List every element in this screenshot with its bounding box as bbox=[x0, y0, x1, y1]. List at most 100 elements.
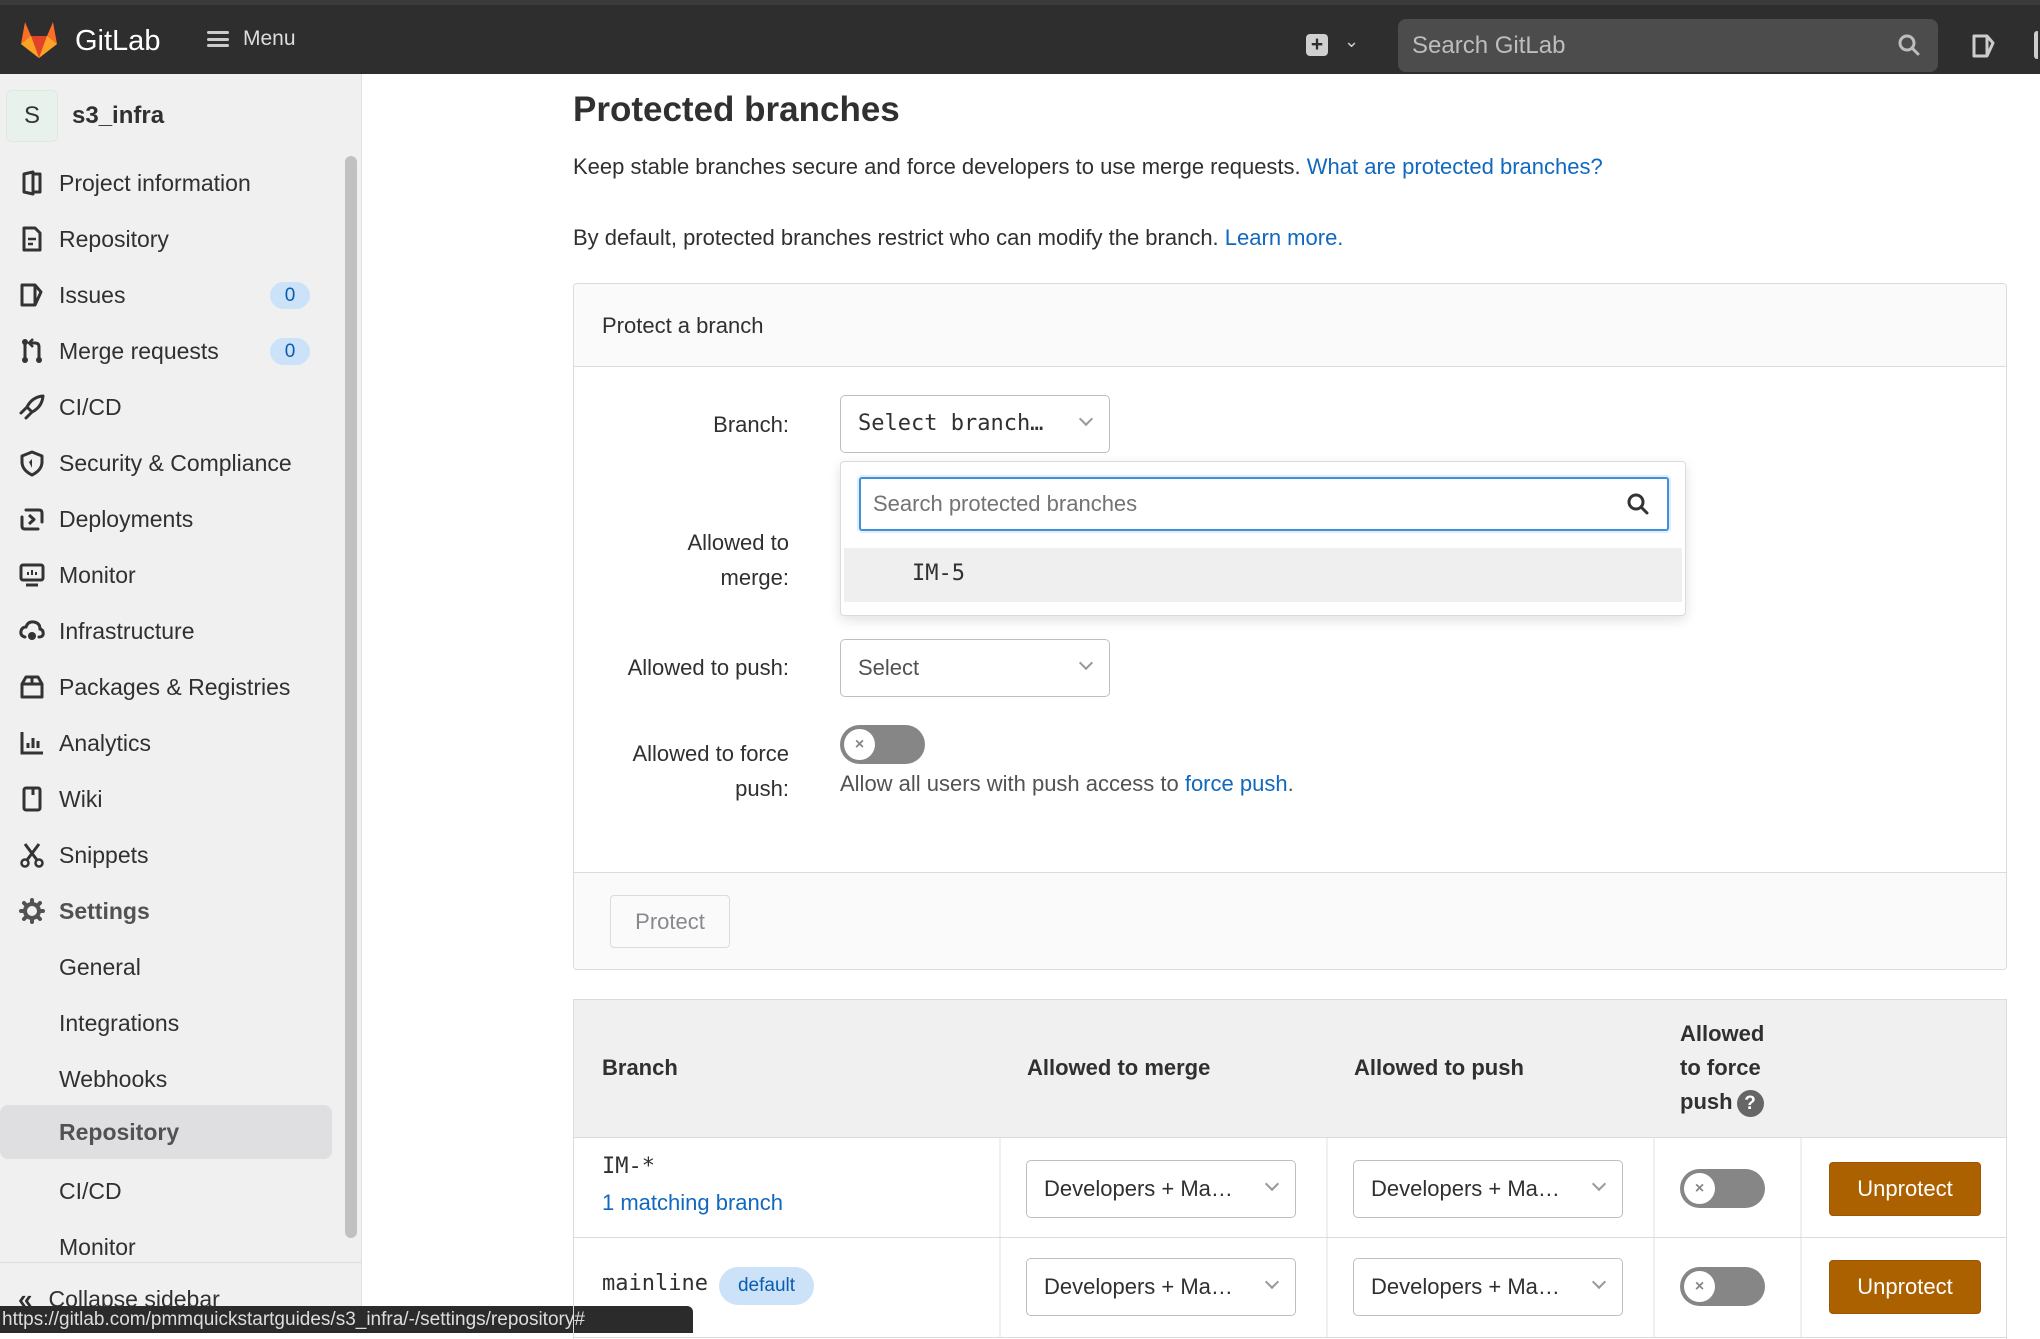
gitlab-logo-icon[interactable] bbox=[18, 19, 60, 59]
menu-button[interactable]: Menu bbox=[207, 27, 296, 51]
sidebar-subitem-repository[interactable]: Repository bbox=[0, 1105, 332, 1159]
branch-label: Branch: bbox=[713, 412, 789, 437]
project-header[interactable]: S s3_infra bbox=[6, 90, 164, 142]
cloud-gear-icon bbox=[19, 620, 45, 640]
sidebar-item-settings[interactable]: Settings bbox=[0, 886, 340, 936]
column-header-allowed-to-force-push: Allowed to force push? bbox=[1680, 1017, 1764, 1119]
sidebar-item-repository[interactable]: Repository bbox=[0, 214, 340, 264]
issues-icon bbox=[20, 283, 43, 307]
learn-more-link[interactable]: Learn more. bbox=[1225, 225, 1344, 250]
sidebar-item-issues[interactable]: Issues 0 bbox=[0, 270, 340, 320]
chevron-down-icon bbox=[1591, 1176, 1607, 1192]
allowed-to-push-select[interactable]: Developers + Ma… bbox=[1353, 1160, 1623, 1218]
merge-requests-count-badge: 0 bbox=[270, 337, 310, 365]
search-protected-branches-input[interactable] bbox=[859, 477, 1669, 531]
allowed-to-merge-select[interactable]: Developers + Ma… bbox=[1026, 1258, 1296, 1316]
toggle-off-x-icon: × bbox=[1684, 1173, 1715, 1204]
column-header-allowed-to-push: Allowed to push bbox=[1354, 1055, 1524, 1080]
sidebar-item-analytics[interactable]: Analytics bbox=[0, 718, 340, 768]
what-are-protected-branches-link[interactable]: What are protected branches? bbox=[1307, 154, 1603, 179]
allowed-to-push-select[interactable]: Developers + Ma… bbox=[1353, 1258, 1623, 1316]
panel-footer: Protect bbox=[574, 872, 2006, 969]
allowed-to-force-push-label: Allowed to force push: bbox=[632, 741, 789, 801]
search-icon bbox=[1627, 493, 1649, 515]
unprotect-button[interactable]: Unprotect bbox=[1829, 1260, 1981, 1314]
force-push-toggle[interactable]: × bbox=[1680, 1169, 1765, 1208]
repository-icon bbox=[22, 226, 42, 252]
sidebar-item-infrastructure[interactable]: Infrastructure bbox=[0, 606, 340, 656]
force-push-link[interactable]: force push bbox=[1185, 771, 1288, 796]
hamburger-icon bbox=[207, 31, 229, 47]
chevron-down-icon[interactable]: ⌄ bbox=[1344, 31, 1359, 52]
sidebar-item-wiki[interactable]: Wiki bbox=[0, 774, 340, 824]
table-row: mainline default Developers + Ma… Develo… bbox=[574, 1238, 2006, 1338]
chart-icon bbox=[20, 732, 43, 755]
sidebar-item-monitor[interactable]: Monitor bbox=[0, 550, 340, 600]
rocket-icon bbox=[19, 394, 45, 420]
dropdown-item-branch[interactable]: IM-5 bbox=[844, 548, 1682, 602]
project-name: s3_infra bbox=[72, 102, 165, 129]
toggle-off-x-icon: × bbox=[1684, 1271, 1715, 1302]
search-input[interactable] bbox=[1398, 19, 1938, 72]
protect-branch-panel: Protect a branch Branch: Select branch… … bbox=[573, 283, 2007, 970]
sidebar-item-deployments[interactable]: Deployments bbox=[0, 494, 340, 544]
description-2: By default, protected branches restrict … bbox=[573, 225, 1344, 250]
protect-button[interactable]: Protect bbox=[610, 895, 730, 948]
page-title: Protected branches bbox=[573, 90, 900, 129]
sidebar-item-security-compliance[interactable]: Security & Compliance bbox=[0, 438, 340, 488]
branch-name: mainline bbox=[602, 1271, 708, 1296]
chevron-down-icon bbox=[1078, 411, 1094, 427]
sidebar-divider bbox=[0, 1262, 362, 1263]
package-icon bbox=[20, 675, 44, 699]
allowed-to-push-label: Allowed to push: bbox=[627, 655, 789, 680]
sidebar-item-snippets[interactable]: Snippets bbox=[0, 830, 340, 880]
monitor-icon bbox=[19, 563, 45, 587]
unprotect-button[interactable]: Unprotect bbox=[1829, 1162, 1981, 1216]
sidebar-subitem-webhooks[interactable]: Webhooks bbox=[0, 1054, 340, 1104]
chevron-down-icon bbox=[1078, 655, 1094, 671]
project-avatar: S bbox=[6, 90, 58, 142]
sidebar-scrollbar[interactable] bbox=[345, 156, 357, 1238]
branch-dropdown: IM-5 bbox=[840, 461, 1686, 616]
scissors-icon bbox=[20, 843, 44, 868]
issues-count-badge: 0 bbox=[270, 281, 310, 309]
toggle-off-x-icon: × bbox=[844, 729, 875, 760]
sidebar-subitem-general[interactable]: General bbox=[0, 942, 340, 992]
force-push-help: Allow all users with push access to forc… bbox=[840, 771, 1294, 796]
shield-icon bbox=[20, 450, 44, 477]
question-icon[interactable]: ? bbox=[1736, 1089, 1764, 1117]
sidebar-subitem-ci-cd[interactable]: CI/CD bbox=[0, 1166, 340, 1216]
sidebar-item-packages-registries[interactable]: Packages & Registries bbox=[0, 662, 340, 712]
table-row: IM-* 1 matching branch Developers + Ma… … bbox=[574, 1138, 2006, 1238]
force-push-toggle[interactable]: × bbox=[1680, 1267, 1765, 1306]
allowed-to-merge-select[interactable]: Developers + Ma… bbox=[1026, 1160, 1296, 1218]
allowed-to-push-select[interactable]: Select bbox=[840, 639, 1110, 697]
project-info-icon bbox=[22, 170, 42, 196]
column-header-allowed-to-merge: Allowed to merge bbox=[1027, 1055, 1211, 1080]
sidebar: S s3_infra Project information Repositor… bbox=[0, 74, 362, 1333]
description-1: Keep stable branches secure and force de… bbox=[573, 154, 1603, 179]
chevron-down-icon bbox=[1591, 1274, 1607, 1290]
gear-icon bbox=[19, 898, 45, 924]
matching-branches-link[interactable]: 1 matching branch bbox=[602, 1190, 783, 1216]
book-icon bbox=[22, 786, 42, 812]
sidebar-item-merge-requests[interactable]: Merge requests 0 bbox=[0, 326, 340, 376]
chevron-down-icon bbox=[1264, 1176, 1280, 1192]
default-badge: default bbox=[719, 1267, 814, 1305]
force-push-toggle[interactable]: × bbox=[840, 725, 925, 764]
menu-label: Menu bbox=[243, 27, 296, 50]
column-header-branch: Branch bbox=[602, 1055, 678, 1080]
allowed-to-merge-label: Allowed to merge: bbox=[687, 530, 789, 590]
search-icon[interactable] bbox=[1897, 33, 1921, 57]
gitlab-brand[interactable]: GitLab bbox=[75, 25, 160, 58]
sidebar-item-ci-cd[interactable]: CI/CD bbox=[0, 382, 340, 432]
merge-request-nav-icon[interactable] bbox=[2034, 31, 2040, 59]
branch-select[interactable]: Select branch… bbox=[840, 395, 1110, 453]
sidebar-subitem-monitor[interactable]: Monitor bbox=[0, 1222, 340, 1272]
plus-icon[interactable]: + bbox=[1306, 34, 1328, 56]
merge-request-icon bbox=[22, 338, 42, 363]
issues-icon[interactable] bbox=[1970, 32, 1998, 60]
top-navbar: GitLab Menu + ⌄ bbox=[0, 0, 2040, 74]
sidebar-item-project-information[interactable]: Project information bbox=[0, 158, 340, 208]
sidebar-subitem-integrations[interactable]: Integrations bbox=[0, 998, 340, 1048]
